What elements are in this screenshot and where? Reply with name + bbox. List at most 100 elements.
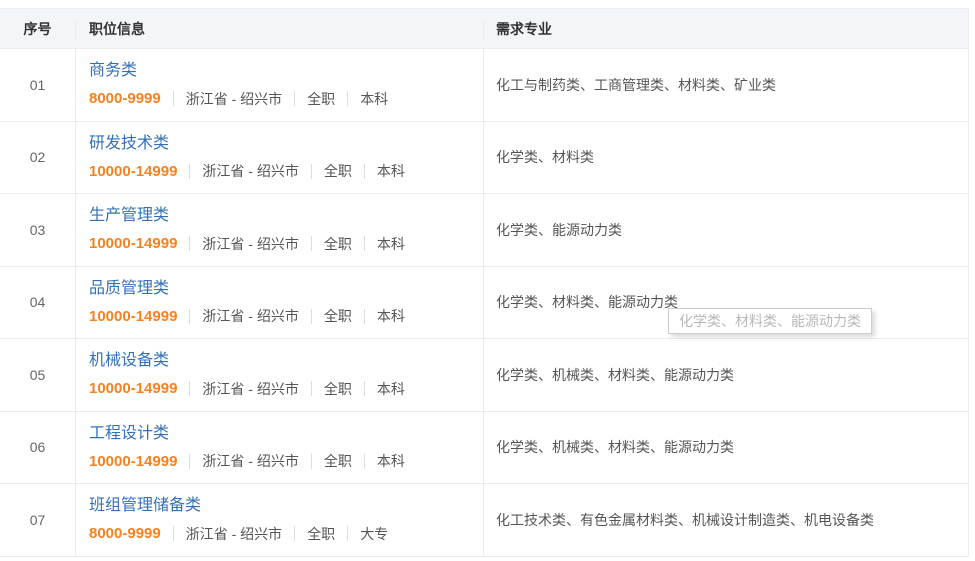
job-meta: 10000-14999 浙江省 - 绍兴市 全职 本科 xyxy=(89,381,483,396)
education-requirement: 本科 xyxy=(377,309,405,323)
job-location: 浙江省 - 绍兴市 xyxy=(186,92,282,106)
salary-range: 10000-14999 xyxy=(89,309,177,324)
table-row: 07 班组管理储备类 8000-9999 浙江省 - 绍兴市 全职 大专 化工技… xyxy=(0,483,968,556)
separator-bar xyxy=(364,236,365,251)
majors-text: 化学类、机械类、材料类、能源动力类 xyxy=(496,365,734,385)
job-info-cell: 生产管理类 10000-14999 浙江省 - 绍兴市 全职 本科 xyxy=(75,194,483,266)
education-requirement: 本科 xyxy=(360,92,388,106)
column-header-majors: 需求专业 xyxy=(483,19,968,39)
salary-range: 10000-14999 xyxy=(89,454,177,469)
job-location: 浙江省 - 绍兴市 xyxy=(202,309,298,323)
job-info-cell: 研发技术类 10000-14999 浙江省 - 绍兴市 全职 本科 xyxy=(75,122,483,194)
job-title-link[interactable]: 工程设计类 xyxy=(89,426,169,442)
row-index: 01 xyxy=(0,49,75,121)
education-requirement: 本科 xyxy=(377,382,405,396)
salary-range: 8000-9999 xyxy=(89,91,161,106)
majors-cell: 化学类、机械类、材料类、能源动力类 xyxy=(483,339,968,411)
job-info-cell: 班组管理储备类 8000-9999 浙江省 - 绍兴市 全职 大专 xyxy=(75,484,483,556)
column-header-job-info: 职位信息 xyxy=(75,19,483,39)
job-info-cell: 工程设计类 10000-14999 浙江省 - 绍兴市 全职 本科 xyxy=(75,412,483,484)
table-row: 05 机械设备类 10000-14999 浙江省 - 绍兴市 全职 本科 化学类… xyxy=(0,338,968,411)
job-meta: 8000-9999 浙江省 - 绍兴市 全职 大专 xyxy=(89,526,483,541)
education-requirement: 本科 xyxy=(377,237,405,251)
job-info-cell: 商务类 8000-9999 浙江省 - 绍兴市 全职 本科 xyxy=(75,49,483,121)
salary-range: 10000-14999 xyxy=(89,164,177,179)
job-type: 全职 xyxy=(324,454,352,468)
table-row: 02 研发技术类 10000-14999 浙江省 - 绍兴市 全职 本科 化学类… xyxy=(0,121,968,194)
row-index: 03 xyxy=(0,194,75,266)
column-header-index: 序号 xyxy=(0,19,75,39)
education-requirement: 本科 xyxy=(377,164,405,178)
job-info-cell: 机械设备类 10000-14999 浙江省 - 绍兴市 全职 本科 xyxy=(75,339,483,411)
majors-cell: 化工技术类、有色金属材料类、机械设计制造类、机电设备类 xyxy=(483,484,968,556)
majors-cell: 化工与制药类、工商管理类、材料类、矿业类 xyxy=(483,49,968,121)
job-location: 浙江省 - 绍兴市 xyxy=(202,164,298,178)
separator-bar xyxy=(189,381,190,396)
salary-range: 10000-14999 xyxy=(89,236,177,251)
separator-bar xyxy=(311,454,312,469)
separator-bar xyxy=(189,454,190,469)
job-meta: 10000-14999 浙江省 - 绍兴市 全职 本科 xyxy=(89,236,483,251)
row-index: 05 xyxy=(0,339,75,411)
separator-bar xyxy=(364,164,365,179)
majors-cell: 化学类、机械类、材料类、能源动力类 xyxy=(483,412,968,484)
table-row: 03 生产管理类 10000-14999 浙江省 - 绍兴市 全职 本科 化学类… xyxy=(0,193,968,266)
job-location: 浙江省 - 绍兴市 xyxy=(186,527,282,541)
majors-text: 化学类、机械类、材料类、能源动力类 xyxy=(496,437,734,457)
salary-range: 8000-9999 xyxy=(89,526,161,541)
job-type: 全职 xyxy=(324,237,352,251)
job-type: 全职 xyxy=(324,164,352,178)
table-row: 01 商务类 8000-9999 浙江省 - 绍兴市 全职 本科 化工与制药类、… xyxy=(0,48,968,121)
job-type: 全职 xyxy=(324,309,352,323)
separator-bar xyxy=(364,381,365,396)
table-body: 01 商务类 8000-9999 浙江省 - 绍兴市 全职 本科 化工与制药类、… xyxy=(0,48,968,556)
separator-bar xyxy=(311,164,312,179)
separator-bar xyxy=(173,91,174,106)
majors-cell: 化学类、能源动力类 xyxy=(483,194,968,266)
job-meta: 10000-14999 浙江省 - 绍兴市 全职 本科 xyxy=(89,454,483,469)
row-index: 06 xyxy=(0,412,75,484)
job-location: 浙江省 - 绍兴市 xyxy=(202,454,298,468)
job-meta: 10000-14999 浙江省 - 绍兴市 全职 本科 xyxy=(89,309,483,324)
job-location: 浙江省 - 绍兴市 xyxy=(202,382,298,396)
separator-bar xyxy=(189,309,190,324)
separator-bar xyxy=(189,164,190,179)
majors-cell: 化学类、材料类 xyxy=(483,122,968,194)
job-positions-table: 序号 职位信息 需求专业 01 商务类 8000-9999 浙江省 - 绍兴市 … xyxy=(0,8,969,557)
job-meta: 8000-9999 浙江省 - 绍兴市 全职 本科 xyxy=(89,91,483,106)
row-index: 04 xyxy=(0,267,75,339)
separator-bar xyxy=(347,91,348,106)
job-title-link[interactable]: 研发技术类 xyxy=(89,136,169,152)
separator-bar xyxy=(364,309,365,324)
job-meta: 10000-14999 浙江省 - 绍兴市 全职 本科 xyxy=(89,164,483,179)
majors-text: 化学类、能源动力类 xyxy=(496,220,622,240)
job-type: 全职 xyxy=(307,527,335,541)
job-info-cell: 品质管理类 10000-14999 浙江省 - 绍兴市 全职 本科 xyxy=(75,267,483,339)
separator-bar xyxy=(311,309,312,324)
education-requirement: 本科 xyxy=(377,454,405,468)
table-header-row: 序号 职位信息 需求专业 xyxy=(0,9,968,48)
separator-bar xyxy=(189,236,190,251)
job-type: 全职 xyxy=(324,382,352,396)
majors-text: 化学类、材料类 xyxy=(496,147,594,167)
job-location: 浙江省 - 绍兴市 xyxy=(202,237,298,251)
separator-bar xyxy=(173,526,174,541)
majors-text: 化工技术类、有色金属材料类、机械设计制造类、机电设备类 xyxy=(496,510,874,530)
separator-bar xyxy=(311,236,312,251)
majors-text: 化工与制药类、工商管理类、材料类、矿业类 xyxy=(496,75,776,95)
row-index: 07 xyxy=(0,484,75,556)
separator-bar xyxy=(294,526,295,541)
separator-bar xyxy=(364,454,365,469)
job-type: 全职 xyxy=(307,92,335,106)
job-title-link[interactable]: 商务类 xyxy=(89,63,137,79)
job-title-link[interactable]: 机械设备类 xyxy=(89,353,169,369)
majors-tooltip: 化学类、材料类、能源动力类 xyxy=(668,308,872,334)
job-title-link[interactable]: 班组管理储备类 xyxy=(89,498,201,514)
separator-bar xyxy=(294,91,295,106)
majors-text: 化学类、材料类、能源动力类 xyxy=(496,292,678,312)
salary-range: 10000-14999 xyxy=(89,381,177,396)
row-index: 02 xyxy=(0,122,75,194)
job-title-link[interactable]: 品质管理类 xyxy=(89,281,169,297)
separator-bar xyxy=(311,381,312,396)
job-title-link[interactable]: 生产管理类 xyxy=(89,208,169,224)
